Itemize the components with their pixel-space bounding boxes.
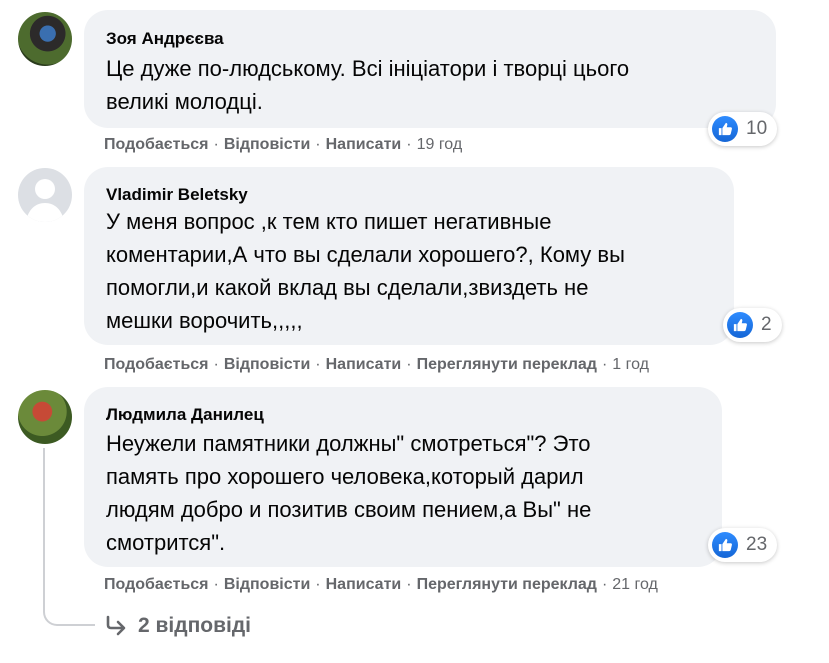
comment-author[interactable]: Vladimir Beletsky xyxy=(106,185,248,205)
reaction-number: 2 xyxy=(761,314,772,335)
reaction-number: 10 xyxy=(746,118,768,139)
timestamp[interactable]: 19 год xyxy=(417,136,463,153)
comment-text: У меня вопрос ,к тем кто пишет негативны… xyxy=(106,209,625,333)
thread-connector xyxy=(43,596,95,626)
reaction-count[interactable]: 10 xyxy=(708,112,778,146)
message-button[interactable]: Написати xyxy=(326,136,402,153)
comment-author[interactable]: Зоя Андрєєва xyxy=(106,29,224,49)
comment-bubble: Зоя Андрєєва Це дуже по-людському. Всі і… xyxy=(84,10,776,128)
comment-text: Це дуже по-людському. Всі ініціатори і т… xyxy=(106,56,630,114)
comment-actions: Подобається · Відповісти · Написати · Переглян… xyxy=(104,576,658,593)
reply-button[interactable]: Відповісти xyxy=(224,356,310,373)
timestamp[interactable]: 21 год xyxy=(612,576,658,593)
reaction-count[interactable]: 2 xyxy=(723,308,782,342)
default-avatar-icon[interactable] xyxy=(18,168,72,222)
like-button[interactable]: Подобається xyxy=(104,576,209,593)
comment-bubble: Людмила Данилец Неужели памятники должны… xyxy=(84,387,722,567)
see-translation-button[interactable]: Переглянути переклад xyxy=(417,576,597,593)
comment-actions: Подобається · Відповісти · Написати · Переглян… xyxy=(104,356,649,373)
message-button[interactable]: Написати xyxy=(326,356,402,373)
reply-button[interactable]: Відповісти xyxy=(224,136,310,153)
like-icon xyxy=(727,312,753,338)
like-icon xyxy=(712,532,738,558)
replies-label: 2 відповіді xyxy=(138,614,252,637)
avatar[interactable] xyxy=(18,390,72,444)
reaction-count[interactable]: 23 xyxy=(708,528,778,562)
see-translation-button[interactable]: Переглянути переклад xyxy=(417,356,597,373)
like-button[interactable]: Подобається xyxy=(104,136,209,153)
timestamp[interactable]: 1 год xyxy=(612,356,649,373)
reply-button[interactable]: Відповісти xyxy=(224,576,310,593)
reply-arrow-icon xyxy=(106,615,126,636)
like-icon xyxy=(712,116,738,142)
reaction-number: 23 xyxy=(746,534,768,555)
comment-actions: Подобається · Відповісти · Написати · 19 год xyxy=(104,136,463,153)
view-replies-button[interactable]: 2 відповіді xyxy=(104,614,251,638)
message-button[interactable]: Написати xyxy=(326,576,402,593)
comment-bubble: Vladimir Beletsky У меня вопрос ,к тем к… xyxy=(84,167,734,345)
comment-text: Неужели памятники должны" смотреться"? Э… xyxy=(106,431,592,555)
thread-line xyxy=(43,448,45,596)
like-button[interactable]: Подобається xyxy=(104,356,209,373)
comment-author[interactable]: Людмила Данилец xyxy=(106,405,264,425)
avatar[interactable] xyxy=(18,12,72,66)
